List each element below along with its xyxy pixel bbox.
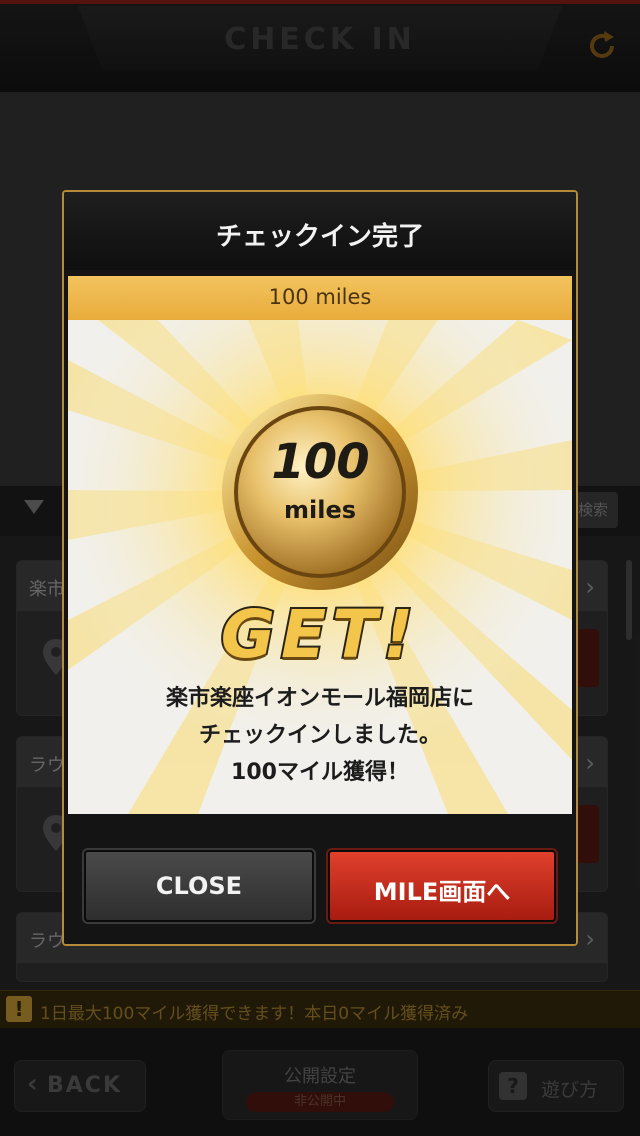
get-banner: GET! — [219, 594, 420, 675]
coin-unit: miles — [283, 496, 357, 524]
reward-message-line: 楽市楽座イオンモール福岡店に — [165, 686, 474, 711]
dialog-title: チェックイン完了 — [215, 222, 424, 252]
reward-message-line: 100マイル獲得！ — [231, 760, 409, 785]
coin-value: 100 — [271, 434, 369, 490]
mile-screen-button[interactable]: MILE画面へ — [328, 850, 556, 922]
reward-body: 100 miles GET! 楽市楽座イオンモール福岡店に チェックインしました… — [68, 320, 572, 814]
reward-message-line: チェックインしました。 — [198, 723, 441, 748]
reward-banner: 100 miles — [68, 276, 572, 320]
checkin-complete-dialog: チェックイン完了 100 miles 100 miles GET! 楽市楽座イオ… — [62, 190, 578, 946]
reward-message: 楽市楽座イオンモール福岡店に チェックインしました。 100マイル獲得！ — [68, 680, 572, 791]
close-button-label: CLOSE — [155, 872, 243, 900]
coin-icon — [222, 394, 418, 590]
close-button[interactable]: CLOSE — [84, 850, 314, 922]
mile-screen-button-label: MILE画面へ — [373, 878, 511, 906]
dialog-header: チェックイン完了 — [64, 192, 576, 270]
reward-banner-text: 100 miles — [268, 285, 372, 309]
